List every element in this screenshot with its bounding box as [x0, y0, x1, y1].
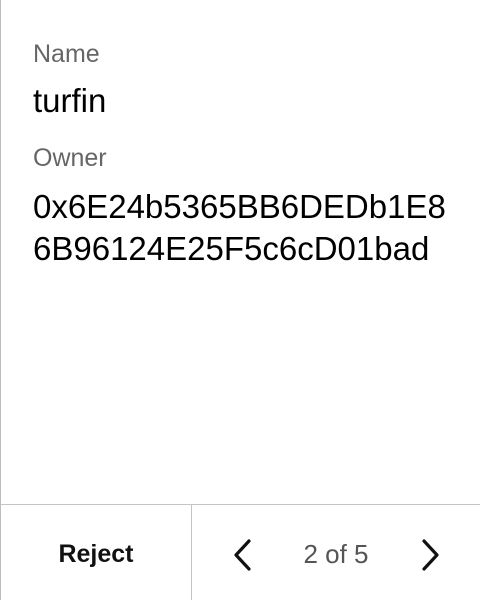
name-value: turfin	[33, 82, 107, 119]
next-page-button[interactable]	[415, 538, 443, 572]
chevron-right-icon	[422, 539, 439, 571]
reject-button[interactable]: Reject	[1, 505, 192, 600]
owner-label: Owner	[33, 144, 107, 172]
name-label: Name	[33, 40, 100, 68]
action-footer: Reject 2 of 5	[1, 504, 480, 600]
pager: 2 of 5	[192, 505, 480, 600]
owner-address: 0x6E24b5365BB6DEDb1E86B96124E25F5c6cD01b…	[33, 188, 446, 267]
